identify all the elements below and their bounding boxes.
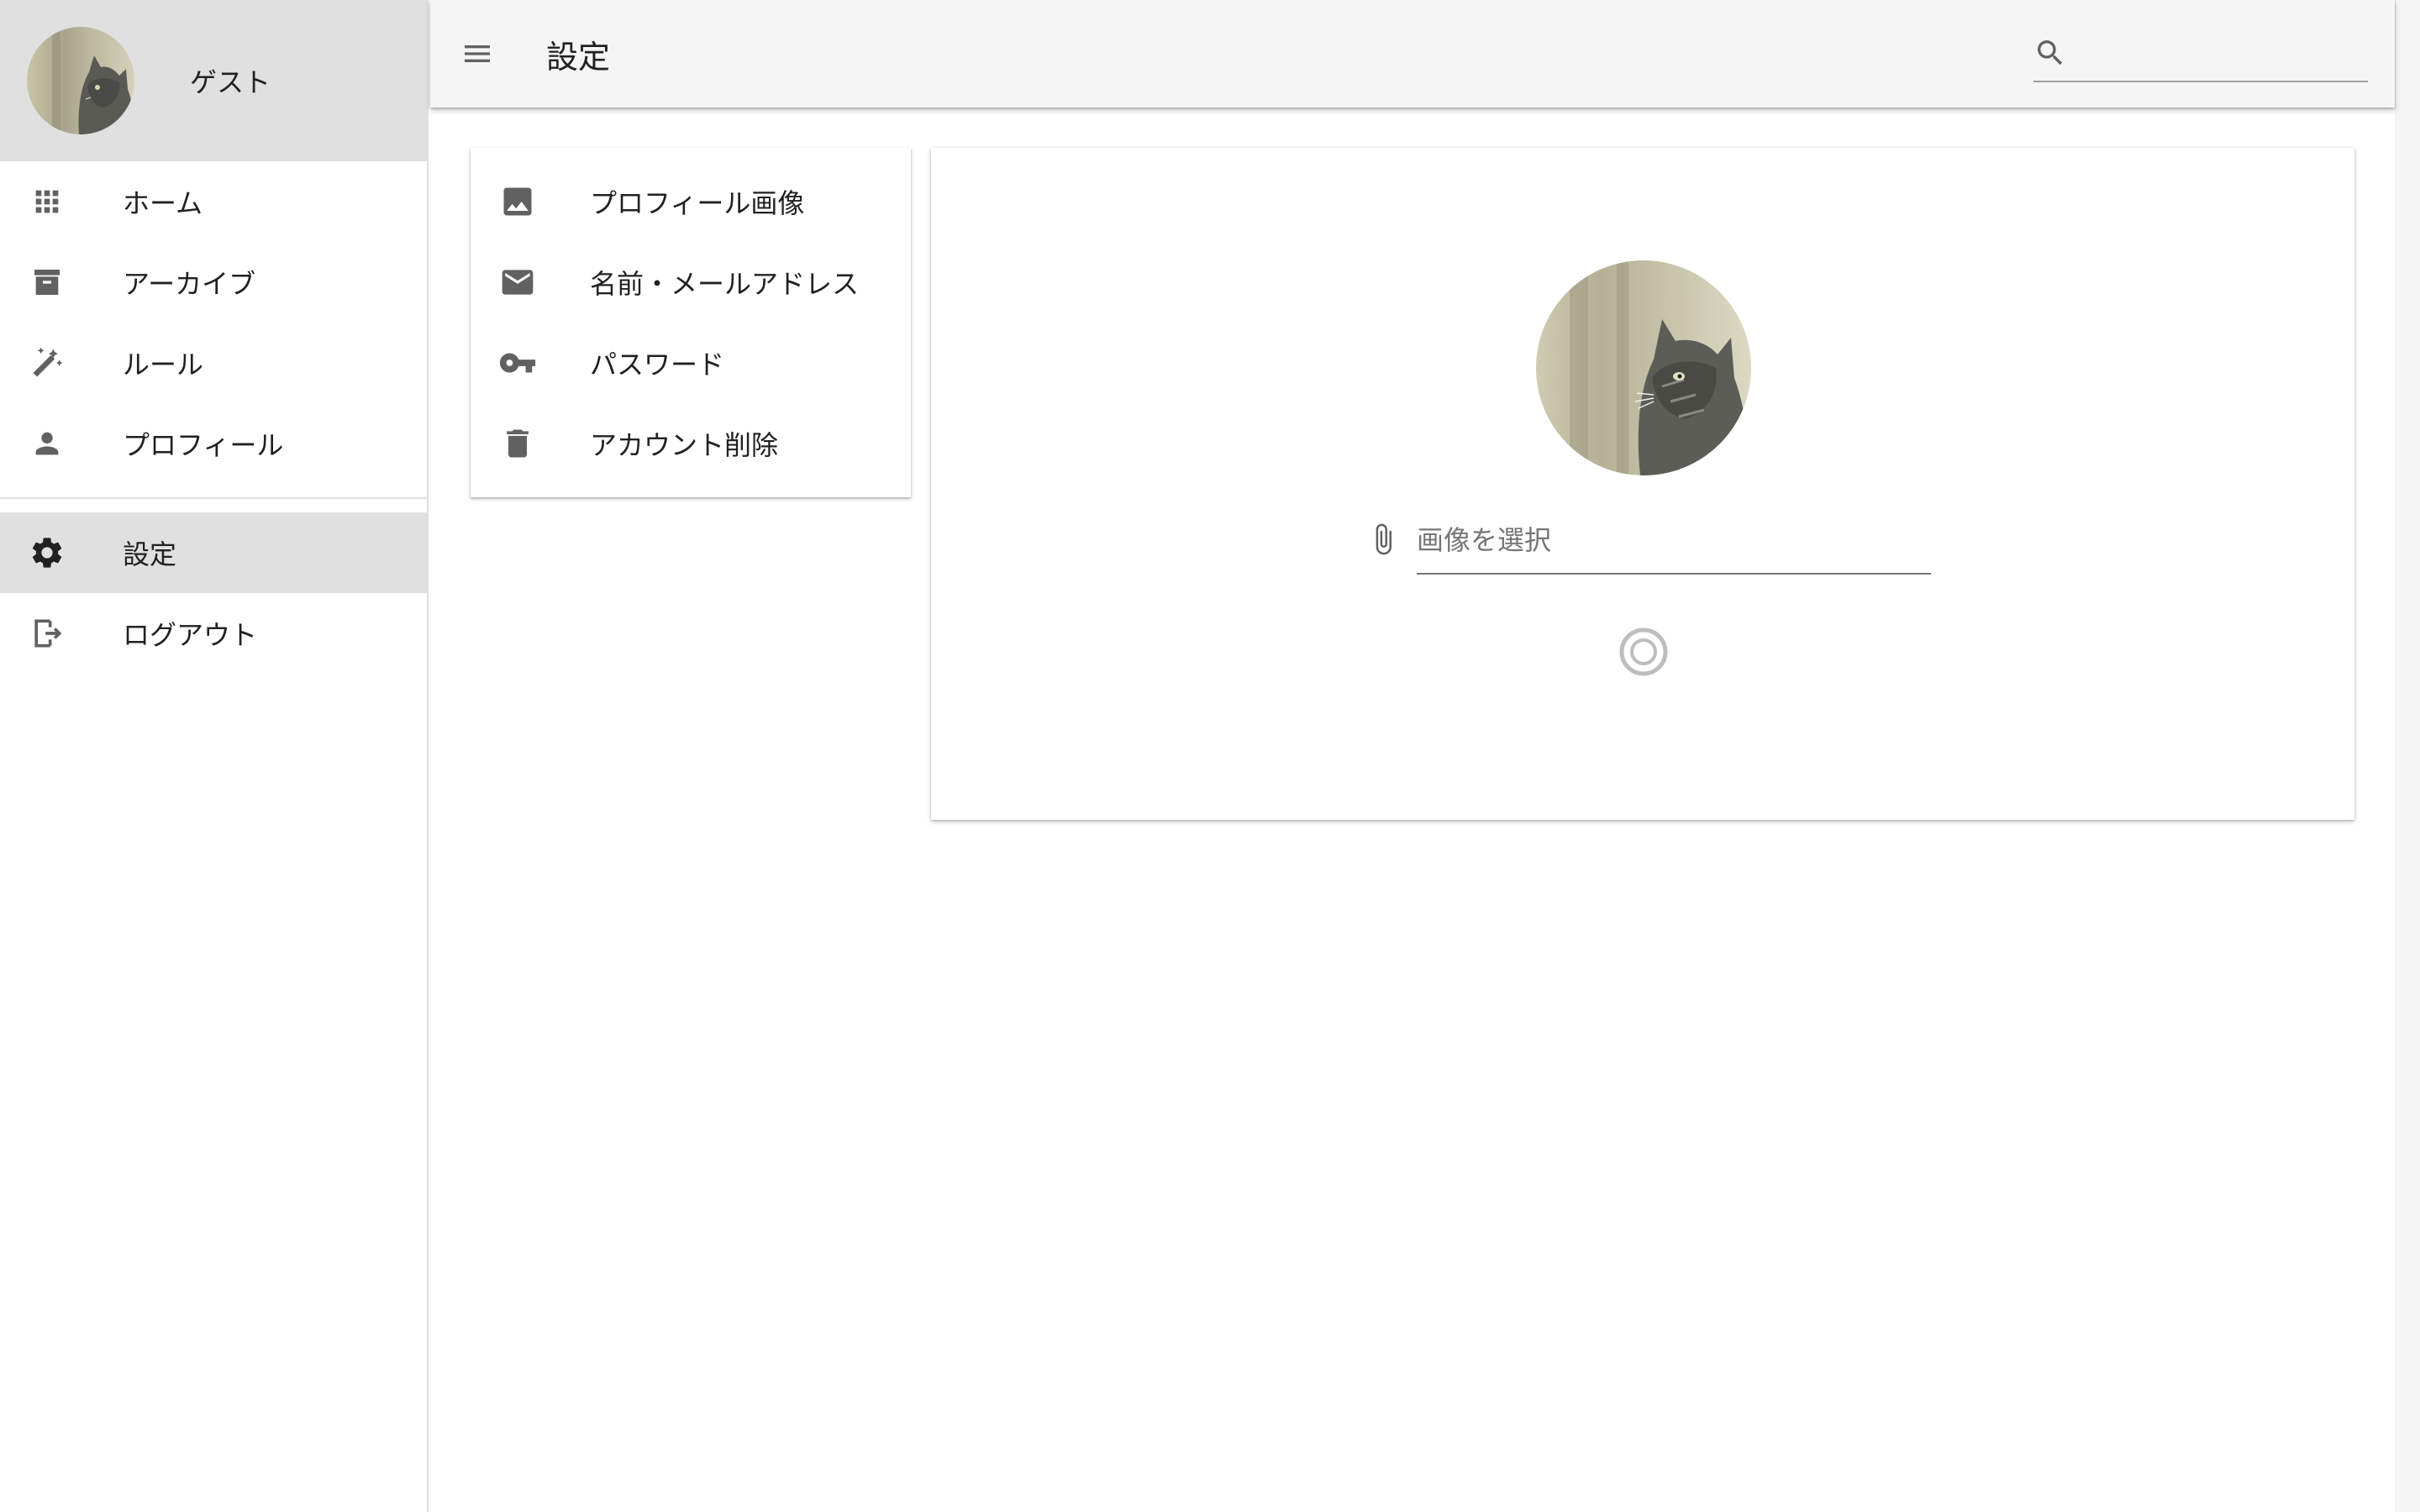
settings-item-profile-image[interactable]: プロフィール画像 bbox=[471, 161, 911, 242]
sidebar-item-settings[interactable]: 設定 bbox=[0, 512, 427, 593]
archive-box-icon bbox=[27, 262, 67, 302]
sidebar-item-home[interactable]: ホーム bbox=[0, 161, 427, 242]
trash-icon bbox=[497, 423, 538, 464]
search-input[interactable] bbox=[2074, 33, 2391, 73]
sidebar-item-label: アーカイブ bbox=[123, 268, 256, 300]
apps-grid-icon bbox=[27, 181, 67, 222]
sidebar-item-profile[interactable]: プロフィール bbox=[0, 403, 427, 484]
page-title: 設定 bbox=[546, 38, 611, 76]
key-icon bbox=[497, 343, 538, 383]
cat-photo-icon bbox=[1536, 260, 1751, 475]
settings-item-label: 名前・メールアドレス bbox=[590, 268, 860, 300]
settings-item-password[interactable]: パスワード bbox=[471, 323, 911, 403]
image-file-field: 画像を選択 bbox=[1363, 504, 1934, 575]
menu-icon[interactable] bbox=[457, 34, 497, 74]
cat-photo-icon bbox=[27, 27, 134, 134]
settings-item-label: アカウント削除 bbox=[590, 429, 779, 461]
person-icon bbox=[27, 423, 67, 464]
sidebar: ゲスト ホーム アーカイブ ルール プロフィール 設定 ログアウト bbox=[0, 0, 429, 1512]
user-name: ゲスト bbox=[190, 66, 271, 98]
paperclip-icon[interactable] bbox=[1363, 519, 1403, 559]
file-select-placeholder: 画像を選択 bbox=[1417, 524, 1552, 556]
sidebar-item-label: ルール bbox=[123, 349, 204, 381]
file-select-input[interactable]: 画像を選択 bbox=[1417, 504, 1931, 575]
sidebar-nav: ホーム アーカイブ ルール プロフィール 設定 ログアウト bbox=[0, 161, 427, 674]
sidebar-item-rules[interactable]: ルール bbox=[0, 323, 427, 403]
sidebar-divider bbox=[0, 497, 427, 499]
settings-menu: プロフィール画像 名前・メールアドレス パスワード アカウント削除 bbox=[471, 148, 911, 497]
profile-image-card: 画像を選択 bbox=[931, 148, 2354, 820]
settings-item-label: パスワード bbox=[590, 349, 725, 381]
logout-icon bbox=[27, 613, 67, 654]
profile-image-preview bbox=[1536, 260, 1751, 475]
loading-spinner-icon bbox=[1617, 625, 1670, 679]
image-icon bbox=[497, 181, 538, 222]
sidebar-item-label: 設定 bbox=[123, 538, 177, 570]
search-icon bbox=[2033, 33, 2067, 73]
right-edge-strip bbox=[2395, 0, 2420, 1512]
magic-wand-icon bbox=[27, 343, 67, 383]
mail-icon bbox=[497, 262, 538, 302]
settings-item-label: プロフィール画像 bbox=[590, 187, 805, 219]
sidebar-item-label: ホーム bbox=[123, 187, 203, 219]
sidebar-item-label: ログアウト bbox=[123, 619, 258, 651]
sidebar-item-logout[interactable]: ログアウト bbox=[0, 593, 427, 674]
settings-item-name-email[interactable]: 名前・メールアドレス bbox=[471, 242, 911, 323]
sidebar-user-header: ゲスト bbox=[0, 0, 427, 161]
gear-icon bbox=[27, 533, 67, 573]
sidebar-item-label: プロフィール bbox=[123, 429, 284, 461]
sidebar-item-archive[interactable]: アーカイブ bbox=[0, 242, 427, 323]
settings-item-delete-account[interactable]: アカウント削除 bbox=[471, 403, 911, 484]
app-bar: 設定 bbox=[430, 0, 2395, 108]
search-field[interactable] bbox=[2033, 25, 2391, 82]
avatar[interactable] bbox=[27, 27, 134, 134]
